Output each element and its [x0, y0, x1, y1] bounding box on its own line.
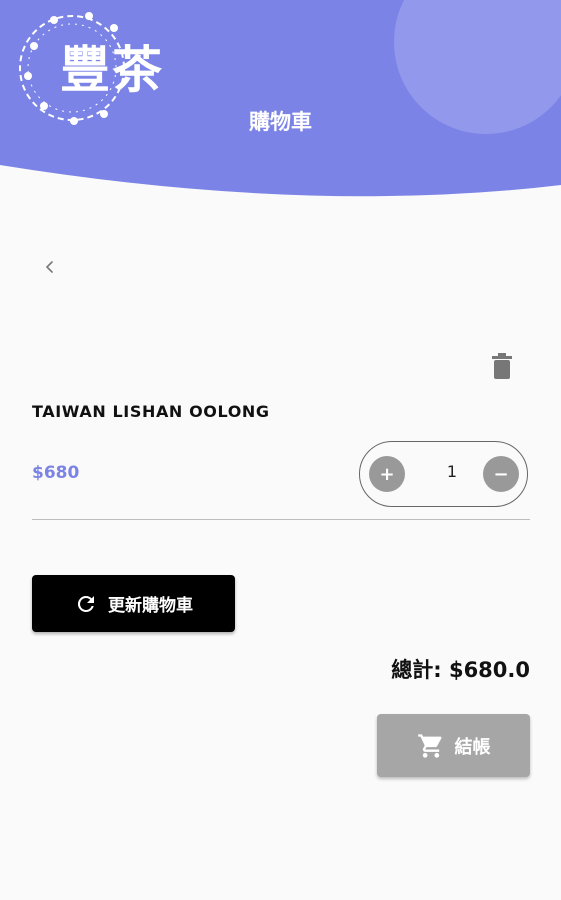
shopping-cart-icon — [417, 733, 442, 758]
cart-item-price: $680 — [32, 463, 80, 483]
page-title: 購物車 — [0, 106, 561, 136]
item-divider — [32, 519, 530, 520]
checkout-button[interactable]: 結帳 — [377, 714, 530, 777]
header-banner: 豐茶 購物車 — [0, 0, 561, 205]
quantity-stepper: + 1 − — [359, 441, 528, 507]
decrease-quantity-button[interactable]: − — [483, 456, 519, 492]
update-cart-label: 更新購物車 — [108, 596, 193, 616]
page-title-text: 購物車 — [249, 110, 312, 134]
trash-icon — [492, 353, 512, 379]
cart-total: 總計: $680.0 — [391, 658, 530, 682]
increase-quantity-button[interactable]: + — [369, 456, 405, 492]
update-cart-button[interactable]: 更新購物車 — [32, 575, 235, 632]
quantity-value: 1 — [446, 462, 458, 481]
cart-item-name: TAIWAN LISHAN OOLONG — [32, 402, 270, 421]
chevron-left-icon — [45, 261, 53, 273]
checkout-label: 結帳 — [454, 736, 491, 758]
delete-item-button[interactable] — [490, 352, 514, 380]
back-button[interactable] — [38, 255, 62, 279]
refresh-icon — [77, 595, 94, 612]
brand-logo-text: 豐茶 — [60, 40, 164, 99]
